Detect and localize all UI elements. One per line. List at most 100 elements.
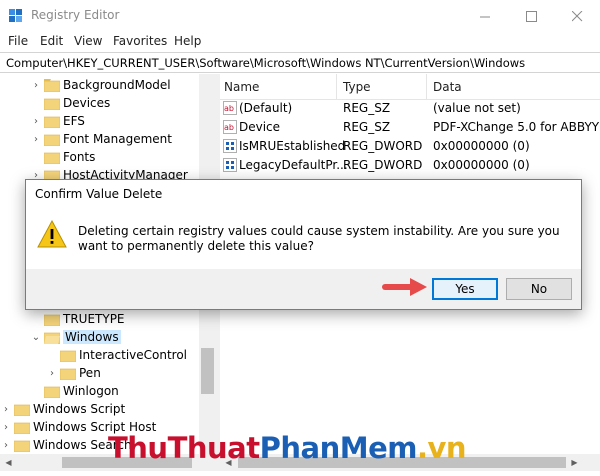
value-type: REG_SZ: [343, 120, 391, 134]
menu-file[interactable]: File: [8, 34, 28, 48]
folder-icon: [44, 78, 60, 92]
chevron-right-icon[interactable]: ›: [30, 112, 42, 130]
chevron-right-icon[interactable]: ›: [30, 76, 42, 94]
watermark-part: PhanMem: [259, 431, 418, 465]
dialog-title: Confirm Value Delete: [35, 187, 163, 201]
folder-icon: [14, 422, 30, 434]
maximize-button[interactable]: [508, 0, 554, 32]
address-bar[interactable]: Computer\HKEY_CURRENT_USER\Software\Micr…: [0, 52, 600, 73]
value-data: (value not set): [433, 101, 521, 115]
string-value-icon: ab: [223, 120, 237, 134]
watermark-part: .vn: [416, 431, 467, 465]
open-folder-icon: [44, 332, 60, 344]
dword-value-icon: [223, 139, 237, 153]
scroll-right-icon[interactable]: ▶: [566, 454, 583, 471]
value-name: (Default): [239, 101, 293, 115]
list-row[interactable]: ab (Default) REG_SZ (value not set): [220, 99, 600, 118]
tree-item-label: Winlogon: [63, 384, 119, 398]
chevron-right-icon[interactable]: ›: [0, 400, 12, 418]
annotation-arrow-icon: [382, 278, 427, 296]
chevron-right-icon[interactable]: ›: [0, 436, 12, 454]
tree-item-selected[interactable]: ⌄ Windows: [30, 328, 121, 346]
registry-editor-app-icon: [9, 9, 22, 22]
confirm-delete-dialog: Confirm Value Delete Deleting certain re…: [25, 179, 582, 310]
tree-item[interactable]: InteractiveControl: [46, 346, 187, 364]
folder-icon: [44, 314, 60, 326]
list-row[interactable]: IsMRUEstablished REG_DWORD 0x00000000 (0…: [220, 137, 600, 156]
scroll-left-icon[interactable]: ◀: [0, 454, 17, 471]
tree-item[interactable]: › BackgroundModel: [30, 76, 171, 94]
folder-icon: [44, 134, 60, 146]
chevron-down-icon[interactable]: ⌄: [30, 328, 42, 346]
value-data: 0x00000000 (0): [433, 158, 530, 172]
tree-item-label: Devices: [63, 96, 111, 110]
value-name: Device: [239, 120, 281, 134]
value-type: REG_DWORD: [343, 158, 423, 172]
menu-view[interactable]: View: [74, 34, 102, 48]
menu-help[interactable]: Help: [174, 34, 201, 48]
tree-item-label: InteractiveControl: [79, 348, 188, 362]
dword-value-icon: [223, 158, 237, 172]
folder-icon: [44, 386, 60, 398]
folder-icon: [44, 98, 60, 110]
no-button[interactable]: No: [506, 278, 572, 300]
window-title: Registry Editor: [31, 8, 120, 22]
value-data: PDF-XChange 5.0 for ABBYY Fin: [433, 120, 600, 134]
folder-icon: [44, 116, 60, 128]
list-row[interactable]: LegacyDefaultPr... REG_DWORD 0x00000000 …: [220, 156, 600, 175]
minimize-icon: [479, 16, 490, 17]
column-data-header[interactable]: Data: [433, 80, 462, 94]
value-type: REG_DWORD: [343, 139, 423, 153]
string-value-icon: ab: [223, 101, 237, 115]
chevron-right-icon[interactable]: ›: [46, 364, 58, 382]
watermark-part: Thu: [108, 431, 168, 465]
list-row[interactable]: ab Device REG_SZ PDF-XChange 5.0 for ABB…: [220, 118, 600, 137]
tree-item-label: Pen: [79, 366, 101, 380]
tree-item[interactable]: Fonts: [30, 148, 95, 166]
tree-item-label: EFS: [63, 114, 85, 128]
tree-item-label: BackgroundModel: [63, 78, 171, 92]
tree-item[interactable]: › Font Management: [30, 130, 172, 148]
tree-item[interactable]: › Windows Script: [0, 400, 125, 418]
svg-text:ab: ab: [224, 104, 234, 113]
chevron-right-icon[interactable]: ›: [30, 130, 42, 148]
watermark-part: Thuat: [167, 431, 261, 465]
chevron-right-icon[interactable]: ›: [0, 418, 12, 436]
close-icon: [571, 10, 582, 21]
tree-item-label: Fonts: [63, 150, 96, 164]
column-type-header[interactable]: Type: [343, 80, 371, 94]
yes-button[interactable]: Yes: [432, 278, 498, 300]
column-name-header[interactable]: Name: [224, 80, 259, 94]
menu-favorites[interactable]: Favorites: [113, 34, 167, 48]
title-bar: Registry Editor: [0, 0, 600, 32]
tree-item-label: Windows: [63, 330, 121, 344]
address-path: Computer\HKEY_CURRENT_USER\Software\Micr…: [6, 56, 526, 70]
tree-item[interactable]: Devices: [30, 94, 110, 112]
tree-item-label: Font Management: [63, 132, 172, 146]
tree-scroll-thumb[interactable]: [201, 348, 214, 394]
dialog-message: Deleting certain registry values could c…: [78, 224, 560, 253]
folder-icon: [44, 152, 60, 164]
tree-item[interactable]: TRUETYPE: [30, 310, 125, 328]
tree-item-label: Windows Script: [33, 402, 126, 416]
minimize-button[interactable]: [462, 0, 508, 32]
folder-icon: [14, 440, 30, 452]
list-header: Name Type Data: [220, 74, 600, 100]
svg-text:ab: ab: [224, 123, 234, 132]
value-name: IsMRUEstablished: [239, 139, 346, 153]
value-data: 0x00000000 (0): [433, 139, 530, 153]
folder-icon: [14, 404, 30, 416]
tree-item[interactable]: Winlogon: [30, 382, 119, 400]
tree-item[interactable]: › Pen: [46, 364, 101, 382]
menu-edit[interactable]: Edit: [40, 34, 63, 48]
folder-icon: [60, 350, 76, 362]
value-type: REG_SZ: [343, 101, 391, 115]
tree-item-label: TRUETYPE: [63, 312, 125, 326]
tree-item[interactable]: › EFS: [30, 112, 85, 130]
warning-icon: [37, 220, 67, 248]
value-name: LegacyDefaultPr...: [239, 158, 348, 172]
close-window-button[interactable]: [554, 0, 600, 32]
menu-bar: File Edit View Favorites Help: [0, 32, 600, 52]
maximize-icon: [525, 10, 537, 22]
dialog-footer: Yes No: [26, 269, 581, 309]
